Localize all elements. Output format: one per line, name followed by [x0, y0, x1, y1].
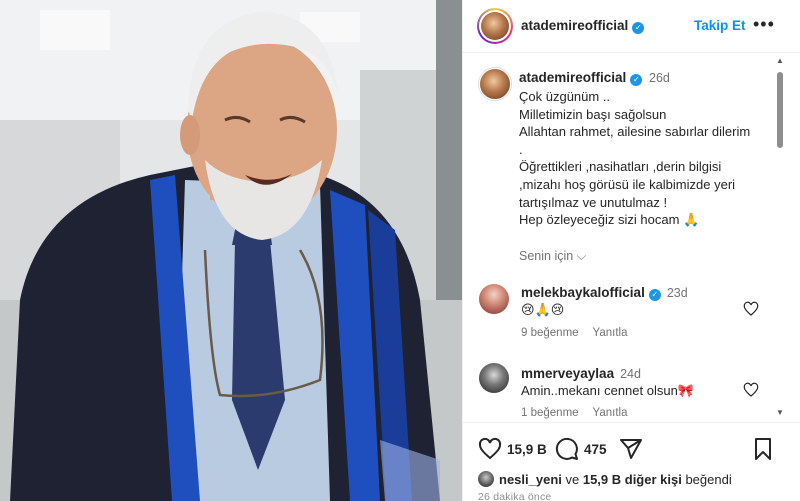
comment-text: Amin..mekanı cennet olsun🎀 — [521, 383, 694, 398]
author-username[interactable]: atademireofficial ✓ — [521, 18, 645, 34]
comment-username[interactable]: melekbaykalofficial ✓ 23d — [521, 284, 688, 302]
post-photo — [0, 0, 462, 501]
comment-icon[interactable] — [555, 437, 579, 461]
post-actions: 15,9 B 475 nesli_yeni ve 15,9 B diğer ki… — [463, 422, 800, 501]
caption-author-avatar[interactable] — [479, 68, 511, 100]
caption-time: 26d — [649, 71, 670, 85]
scroll-up-arrow-icon[interactable]: ▲ — [776, 56, 784, 65]
caption-username-text[interactable]: atademireofficial — [519, 70, 626, 85]
follow-button[interactable]: Takip Et — [694, 18, 746, 33]
bookmark-icon[interactable] — [751, 437, 775, 461]
comment-time: 24d — [620, 367, 641, 381]
share-icon[interactable] — [619, 437, 643, 461]
post-timestamp: 26 dakika önce — [478, 491, 552, 501]
comment-avatar[interactable] — [479, 363, 509, 393]
translate-toggle[interactable]: Senin için ⌵ — [519, 249, 586, 264]
comment-meta: 1 beğenme Yanıtla — [521, 407, 628, 419]
scroll-down-arrow-icon[interactable]: ▼ — [776, 408, 784, 417]
liked-by-suffix: beğendi — [681, 472, 732, 487]
author-username-text[interactable]: atademireofficial — [521, 18, 628, 33]
author-avatar[interactable] — [477, 8, 513, 44]
comment-username-text[interactable]: melekbaykalofficial — [521, 285, 645, 300]
heart-icon[interactable] — [743, 382, 759, 398]
comment-avatar[interactable] — [479, 284, 509, 314]
reply-button[interactable]: Yanıtla — [593, 327, 628, 339]
verified-badge-icon: ✓ — [632, 22, 645, 34]
liked-by-others[interactable]: 15,9 B diğer kişi — [583, 472, 682, 487]
comment-meta: 9 beğenme Yanıtla — [521, 327, 628, 339]
post-header: atademireofficial ✓ Takip Et ••• — [463, 0, 800, 53]
post-image — [0, 0, 462, 501]
reply-button[interactable]: Yanıtla — [593, 407, 628, 419]
liker-username[interactable]: nesli_yeni — [499, 472, 562, 487]
liker-avatar[interactable] — [478, 471, 494, 487]
post-sidebar: atademireofficial ✓ Takip Et ••• atademir… — [462, 0, 800, 501]
scrollbar-thumb[interactable] — [777, 72, 783, 148]
comment-username[interactable]: mmerveyaylaa 24d — [521, 365, 641, 383]
like-count[interactable]: 15,9 B — [507, 442, 547, 457]
heart-icon[interactable] — [478, 437, 502, 461]
comments-scroll-area[interactable]: atademireofficial ✓ 26d Çok üzgünüm .. Mi… — [463, 54, 800, 422]
liked-by-connector: ve — [561, 472, 583, 487]
caption-text: Çok üzgünüm .. Milletimizin başı sağolsu… — [519, 89, 751, 228]
caption-username[interactable]: atademireofficial ✓ — [519, 70, 643, 86]
more-options-icon[interactable]: ••• — [753, 14, 775, 35]
liked-by-summary: nesli_yeni ve 15,9 B diğer kişi beğendi — [478, 471, 732, 487]
comment-username-text[interactable]: mmerveyaylaa — [521, 366, 614, 381]
comment-text: 😢🙏😢 — [521, 302, 565, 317]
heart-icon[interactable] — [743, 301, 759, 317]
comment-likes[interactable]: 1 beğenme — [521, 407, 579, 419]
comment-likes[interactable]: 9 beğenme — [521, 327, 579, 339]
comment-count[interactable]: 475 — [584, 442, 607, 457]
verified-badge-icon: ✓ — [648, 289, 661, 301]
comment-time: 23d — [666, 286, 688, 300]
verified-badge-icon: ✓ — [630, 74, 643, 86]
